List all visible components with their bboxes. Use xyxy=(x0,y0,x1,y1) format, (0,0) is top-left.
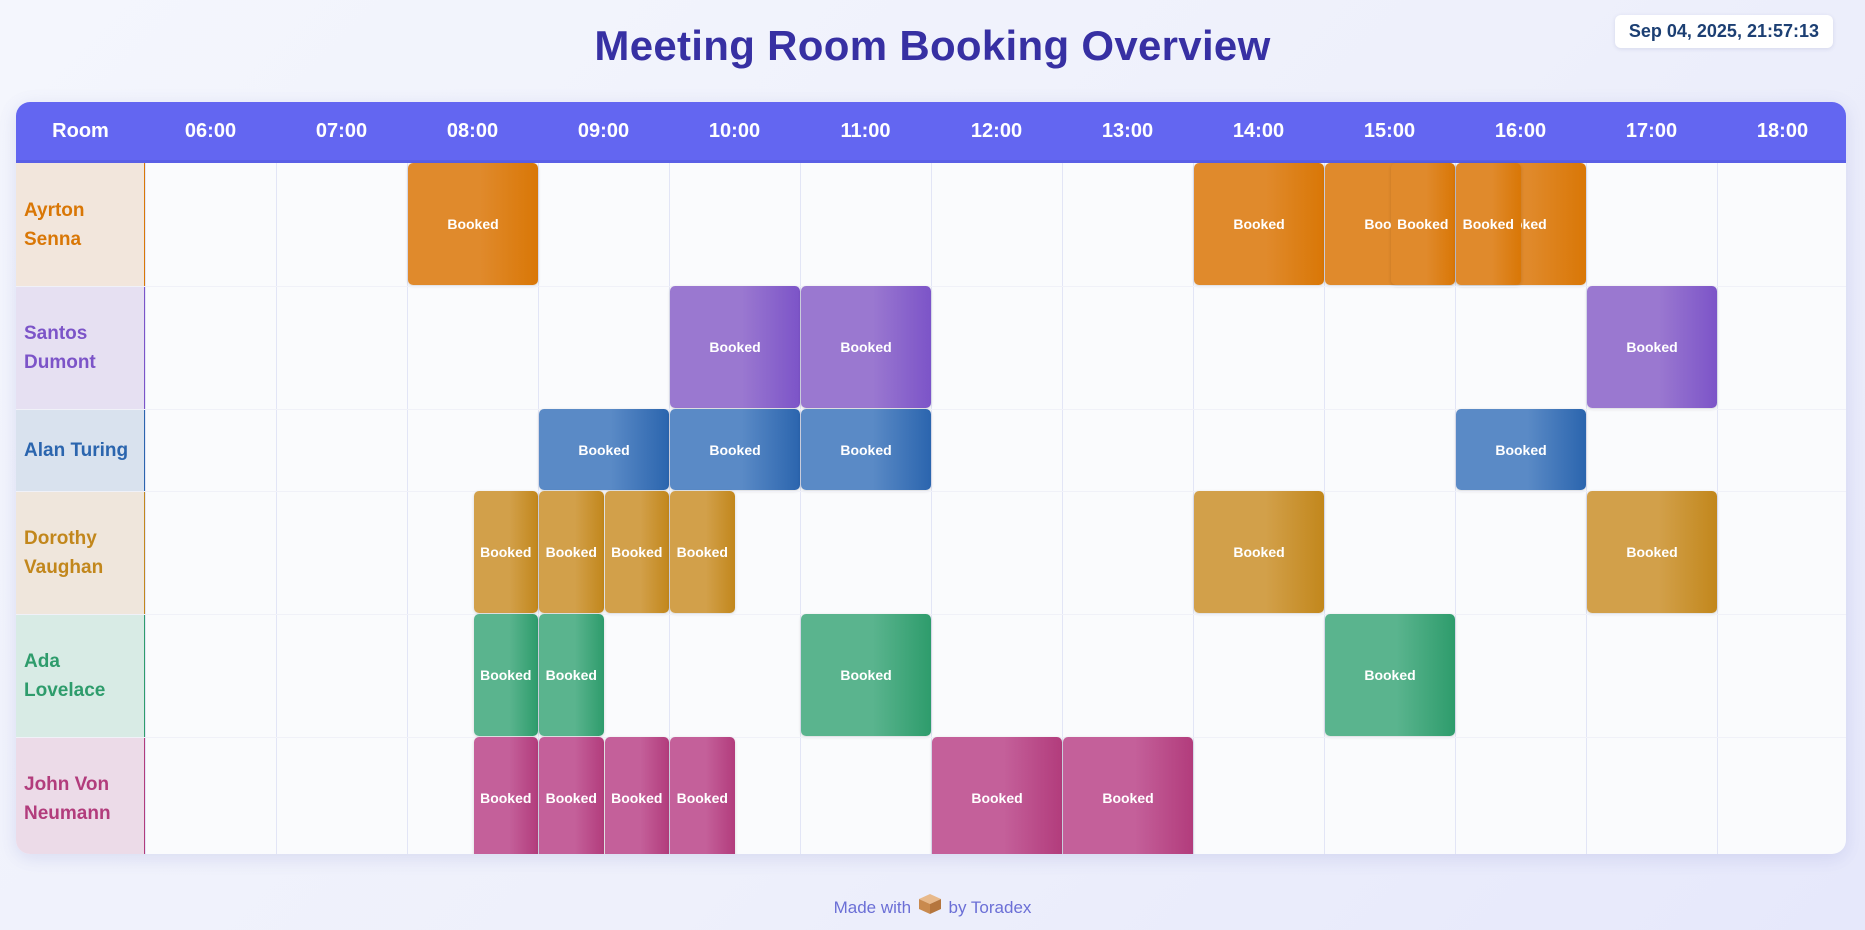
booking-block[interactable]: Booked xyxy=(1456,409,1586,490)
room-name: Santos Dumont xyxy=(24,322,96,373)
booking-block[interactable]: Booked xyxy=(604,491,669,613)
booking-block[interactable]: Booked xyxy=(539,409,669,490)
room-label: Alan Turing xyxy=(16,409,145,491)
hour-grid-line xyxy=(276,163,277,854)
footer-suffix: by Toradex xyxy=(948,898,1032,917)
booking-block[interactable]: Booked xyxy=(932,737,1062,854)
row-divider xyxy=(16,614,1846,615)
room-name: Ayrton Senna xyxy=(24,199,85,250)
hour-grid-line xyxy=(1717,163,1718,854)
booking-block[interactable]: Booked xyxy=(539,737,604,854)
room-label: Santos Dumont xyxy=(16,286,145,409)
booking-block[interactable]: Booked xyxy=(604,737,669,854)
hour-header: 17:00 xyxy=(1625,120,1678,142)
footer: Made with by Toradex xyxy=(0,893,1865,920)
booking-block[interactable]: Booked xyxy=(1194,163,1324,285)
hour-header: 11:00 xyxy=(840,120,891,142)
room-label: Dorothy Vaughan xyxy=(16,491,145,614)
hour-header: 16:00 xyxy=(1494,120,1547,142)
booking-block[interactable]: Booked xyxy=(670,286,800,408)
booking-block[interactable]: Booked xyxy=(801,614,931,736)
room-label: Ada Lovelace xyxy=(16,614,145,737)
hour-grid-line xyxy=(800,163,801,854)
booking-block[interactable]: Booked xyxy=(1390,163,1455,285)
hour-header: 07:00 xyxy=(315,120,368,142)
booking-block[interactable]: Booked xyxy=(1587,286,1717,408)
row-divider xyxy=(16,737,1846,738)
booking-block[interactable]: Booked xyxy=(1063,737,1193,854)
booking-block[interactable]: Booked xyxy=(408,163,538,285)
booking-block[interactable]: Booked xyxy=(1194,491,1324,613)
booking-board: Room 06:00 07:00 08:00 09:00 10:00 11:00 12:00… xyxy=(16,102,1846,854)
page-title: Meeting Room Booking Overview xyxy=(594,22,1271,69)
booking-block[interactable]: Booked xyxy=(801,409,931,490)
hour-header: 13:00 xyxy=(1101,120,1154,142)
booking-block[interactable]: Booked xyxy=(670,491,735,613)
room-column-header: Room xyxy=(52,120,109,142)
hour-header: 06:00 xyxy=(184,120,237,142)
booking-block[interactable]: Booked xyxy=(539,491,604,613)
booking-block[interactable]: Booked xyxy=(473,737,538,854)
booking-block[interactable]: Booked xyxy=(539,614,604,736)
booking-block[interactable]: Booked xyxy=(670,409,800,490)
room-name: Alan Turing xyxy=(24,439,129,461)
booking-block[interactable]: Booked xyxy=(1325,614,1455,736)
room-label: John Von Neumann xyxy=(16,737,145,854)
hour-header: 14:00 xyxy=(1232,120,1285,142)
booking-block[interactable]: Booked xyxy=(473,491,538,613)
row-divider xyxy=(16,286,1846,287)
booking-block[interactable]: Booked xyxy=(801,286,931,408)
booking-block[interactable]: Booked xyxy=(670,737,735,854)
hour-header: 09:00 xyxy=(577,120,630,142)
row-divider xyxy=(16,491,1846,492)
box-icon xyxy=(918,893,942,920)
room-label: Ayrton Senna xyxy=(16,163,145,286)
booking-block[interactable]: Booked xyxy=(1587,491,1717,613)
booking-block[interactable]: Booked xyxy=(473,614,538,736)
hour-header: 10:00 xyxy=(708,120,761,142)
hour-header: 15:00 xyxy=(1363,120,1416,142)
hour-header: 18:00 xyxy=(1756,120,1809,142)
room-name: John Von Neumann xyxy=(24,773,111,824)
room-name: Ada Lovelace xyxy=(24,650,106,701)
header-row: Room 06:00 07:00 08:00 09:00 10:00 11:00 12:00… xyxy=(16,102,1846,163)
hour-header: 12:00 xyxy=(970,120,1023,142)
booking-block[interactable]: Booked xyxy=(1456,163,1521,285)
hour-header: 08:00 xyxy=(446,120,499,142)
hour-grid-line xyxy=(145,163,146,854)
room-name: Dorothy Vaughan xyxy=(24,527,104,578)
footer-prefix: Made with xyxy=(833,898,912,917)
